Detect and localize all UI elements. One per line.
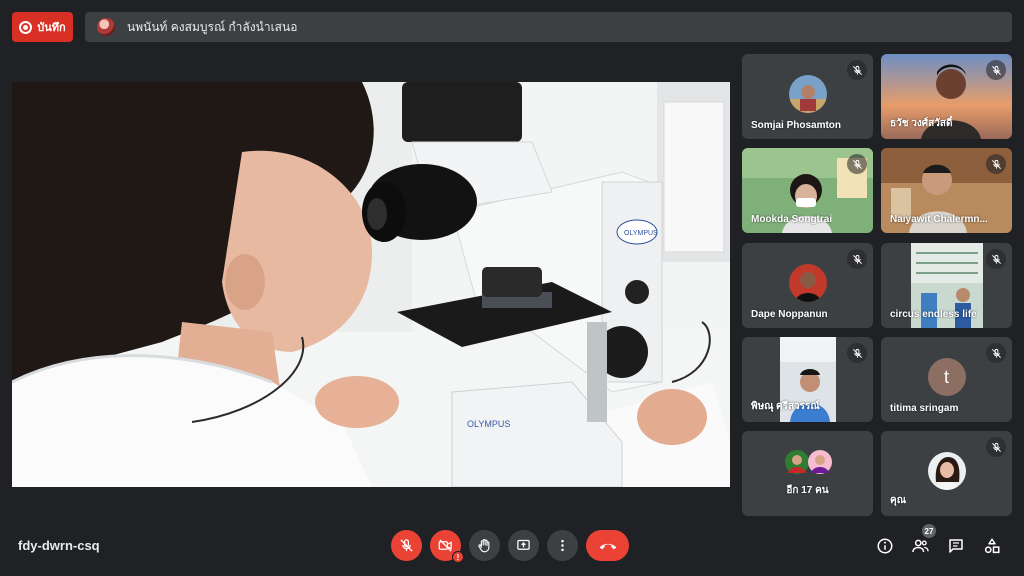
participant-name: Mookda Songtrai: [751, 214, 833, 225]
people-button[interactable]: [910, 536, 930, 556]
participant-tile[interactable]: Somjai Phosamton: [742, 54, 873, 139]
stacked-avatars: [784, 449, 834, 475]
more-vert-icon: [561, 539, 564, 552]
participant-tile[interactable]: Naiyawit Chalermn...: [881, 148, 1012, 233]
camera-off-icon: [438, 539, 452, 552]
participant-avatar: [788, 75, 827, 113]
leave-call-button[interactable]: [586, 530, 629, 561]
more-participants-tile[interactable]: อีก 17 คน: [742, 431, 873, 516]
chat-icon: [949, 539, 963, 553]
presenter-text: นพนันท์ คงสมบูรณ์ กำลังนำเสนอ: [127, 19, 298, 34]
self-avatar: [927, 452, 966, 490]
more-participants-label: อีก 17 คน: [786, 485, 829, 496]
participant-avatar: [788, 264, 827, 302]
participant-tile[interactable]: Mookda Songtrai: [742, 148, 873, 233]
participant-tile[interactable]: Dape Noppanun: [742, 243, 873, 328]
participant-tile[interactable]: ธวัช วงศ์สวัสดิ์: [881, 54, 1012, 139]
presenter-avatar: [97, 18, 115, 36]
participant-name: circus endless life: [890, 309, 977, 320]
participant-name: พิษณุ ศรีสวรรณ์: [751, 401, 820, 412]
more-options-button[interactable]: [547, 530, 578, 561]
raise-hand-button[interactable]: [469, 530, 500, 561]
participant-name: Dape Noppanun: [751, 309, 828, 320]
mic-off-icon: [847, 249, 867, 269]
participant-name: Somjai Phosamton: [751, 120, 842, 131]
mic-off-icon: [986, 249, 1006, 269]
present-screen-button[interactable]: [508, 530, 539, 561]
activities-icon: [984, 538, 1000, 554]
self-tile[interactable]: คุณ: [881, 431, 1012, 516]
participant-tile[interactable]: พิษณุ ศรีสวรรณ์: [742, 337, 873, 422]
mic-off-icon: [986, 437, 1006, 457]
people-icon: [911, 539, 929, 553]
mic-off-icon: [847, 343, 867, 363]
record-icon: [19, 20, 33, 34]
mic-off-icon: [986, 60, 1006, 80]
main-presentation-video: OLYMPUS OLYMPUS: [12, 82, 730, 487]
hand-icon: [478, 539, 490, 553]
svg-text:OLYMPUS: OLYMPUS: [624, 230, 658, 237]
microscope-scene: OLYMPUS OLYMPUS: [12, 82, 730, 487]
mic-off-icon: [400, 539, 413, 552]
present-icon: [517, 539, 530, 550]
people-count-badge: 27: [922, 524, 936, 538]
participant-initial-avatar: t: [927, 358, 966, 396]
call-end-icon: [599, 543, 616, 549]
mic-off-icon: [847, 60, 867, 80]
mic-off-icon: [847, 154, 867, 174]
activities-button[interactable]: [982, 536, 1002, 556]
info-icon: [877, 538, 893, 554]
participant-tile[interactable]: t titima sringam: [881, 337, 1012, 422]
meeting-details-button[interactable]: [875, 536, 895, 556]
meeting-code: fdy-dwrn-csq: [18, 538, 100, 553]
chat-button[interactable]: [946, 536, 966, 556]
participant-tile[interactable]: circus endless life: [881, 243, 1012, 328]
mic-toggle-button[interactable]: [391, 530, 422, 561]
camera-toggle-button[interactable]: !: [430, 530, 464, 563]
participant-name: titima sringam: [890, 403, 959, 414]
svg-text:OLYMPUS: OLYMPUS: [467, 419, 510, 429]
warning-icon: !: [452, 551, 464, 563]
participant-name: Naiyawit Chalermn...: [890, 214, 988, 225]
participant-name: ธวัช วงศ์สวัสดิ์: [890, 118, 953, 129]
record-button[interactable]: บันทึก: [12, 12, 73, 42]
presenter-banner: นพนันท์ คงสมบูรณ์ กำลังนำเสนอ: [85, 12, 1012, 42]
record-label: บันทึก: [37, 22, 66, 34]
mic-off-icon: [986, 343, 1006, 363]
participant-name: คุณ: [890, 495, 906, 506]
mic-off-icon: [986, 154, 1006, 174]
